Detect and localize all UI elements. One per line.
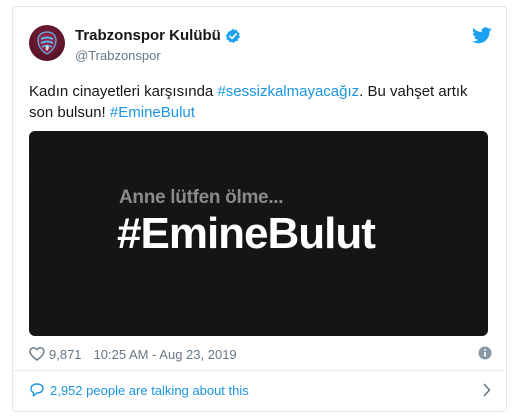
hashtag-link[interactable]: #EmineBulut [110,104,195,121]
chevron-right-icon[interactable] [482,383,492,397]
author-display-name[interactable]: Trabzonspor Kulübü [75,27,221,44]
tweet-text-part: Kadın cinayetleri karşısında [29,83,218,100]
tweet-card: Trabzonspor Kulübü @Trabzonspor Kadın ci… [12,6,507,412]
tweet-meta-row: 9,871 10:25 AM - Aug 23, 2019 [29,343,492,365]
tweet-media-image[interactable]: Anne lütfen ölme... #EmineBulut [29,131,488,336]
talking-count-text[interactable]: 2,952 people are talking about this [50,383,249,398]
conversation-link[interactable]: 2,952 people are talking about this [29,379,492,401]
tweet-text: Kadın cinayetleri karşısında #sessizkalm… [29,81,489,123]
tweet-timestamp[interactable]: 10:25 AM - Aug 23, 2019 [94,347,237,362]
trabzonspor-crest-icon [37,31,57,55]
like-count[interactable]: 9,871 [49,347,82,362]
twitter-bird-icon[interactable] [472,27,492,44]
heart-icon[interactable] [29,346,45,362]
divider [13,370,506,371]
avatar[interactable] [29,25,65,61]
media-subtitle: Anne lütfen ölme... [119,187,284,208]
media-headline: #EmineBulut [117,209,376,258]
hashtag-link[interactable]: #sessizkalmayacağız [217,83,359,100]
author-handle[interactable]: @Trabzonspor [75,48,161,63]
author-name-row[interactable]: Trabzonspor Kulübü [75,27,241,44]
verified-badge-icon [225,28,241,44]
speech-bubble-icon [29,382,45,398]
info-icon[interactable] [478,346,492,360]
